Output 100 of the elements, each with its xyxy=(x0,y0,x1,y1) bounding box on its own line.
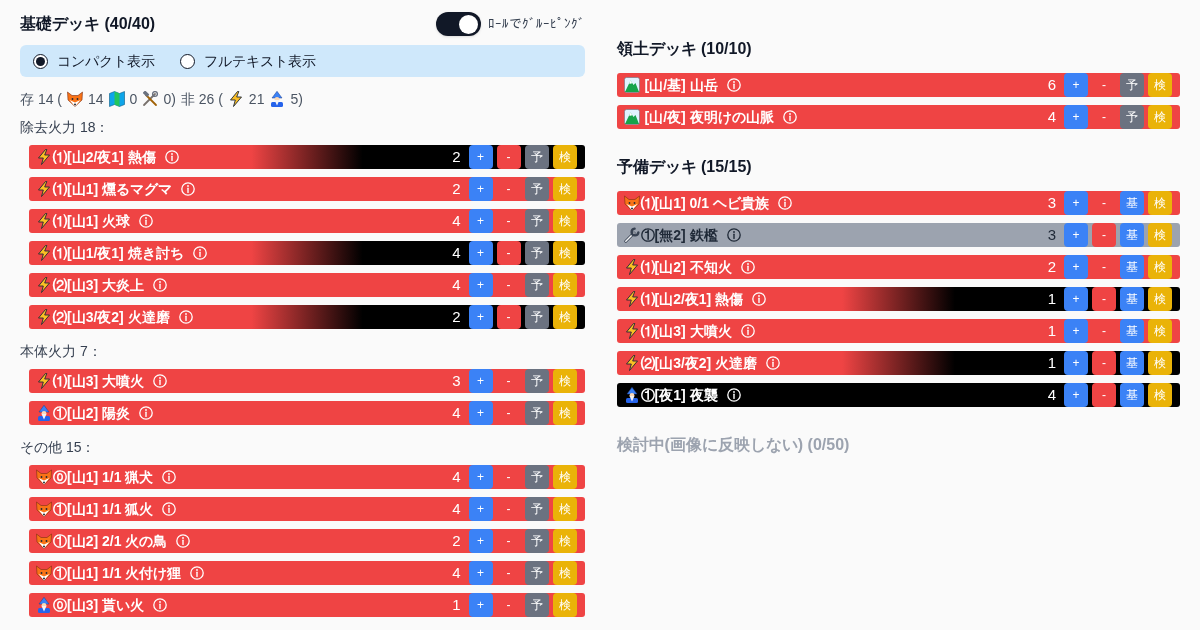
card-action-button[interactable]: + xyxy=(1064,319,1088,343)
card-action-button[interactable]: 予 xyxy=(524,465,549,489)
card-count: 2 xyxy=(452,307,461,327)
card-action-button[interactable]: 検 xyxy=(552,401,577,425)
card-action-button[interactable]: 検 xyxy=(552,593,577,617)
card-action-button[interactable]: + xyxy=(468,177,493,201)
card-action-button[interactable]: 検 xyxy=(552,209,577,233)
card-count: 2 xyxy=(452,179,461,199)
card-action-button[interactable]: 検 xyxy=(1148,351,1172,375)
card-count: 3 xyxy=(1047,225,1056,245)
card-action-button[interactable]: 予 xyxy=(524,529,549,553)
stats-count: 14 xyxy=(88,89,104,109)
card-action-button[interactable]: 予 xyxy=(524,273,549,297)
grouping-toggle[interactable] xyxy=(435,12,481,36)
card-action-button[interactable]: 予 xyxy=(524,241,549,265)
card-name: ⑴[山1] 火球 xyxy=(53,212,130,231)
stats-count: 5) xyxy=(290,89,303,109)
card-action-button[interactable]: 検 xyxy=(1148,287,1172,311)
card-action-button[interactable]: + xyxy=(1064,223,1088,247)
view-mode-radio[interactable]: コンパクト表示 xyxy=(33,50,155,72)
card-action-button[interactable]: 検 xyxy=(1148,383,1172,407)
card-action-button[interactable]: 基 xyxy=(1120,287,1144,311)
card-action-button[interactable]: + xyxy=(468,369,493,393)
card-action-button[interactable]: - xyxy=(496,305,521,329)
card-action-button[interactable]: - xyxy=(496,241,521,265)
card-action-button[interactable]: 予 xyxy=(524,305,549,329)
card-action-button[interactable]: + xyxy=(468,209,493,233)
card-action-button[interactable]: 検 xyxy=(1148,319,1172,343)
card-action-button[interactable]: + xyxy=(468,305,493,329)
deck-title: 基礎デッキ (40/40) xyxy=(20,14,156,34)
card-action-button[interactable]: + xyxy=(468,241,493,265)
wizard-icon xyxy=(36,597,52,613)
card-action-button[interactable]: + xyxy=(468,145,493,169)
card-action-button[interactable]: + xyxy=(1064,351,1088,375)
card-name: ①[夜1] 夜襲 xyxy=(640,386,718,405)
card-action-button[interactable]: + xyxy=(1064,255,1088,279)
card-action-button[interactable]: + xyxy=(468,273,493,297)
wizard-icon xyxy=(623,387,640,403)
card-action-button[interactable]: 検 xyxy=(1148,255,1172,279)
lightning-icon xyxy=(623,291,640,307)
view-mode-radio[interactable]: フルテキスト表示 xyxy=(180,50,316,72)
card-action-button[interactable]: 基 xyxy=(1120,319,1144,343)
card-action-button[interactable]: + xyxy=(468,561,493,585)
lightning-icon xyxy=(36,277,52,293)
card-name: ⑵[山3] 大炎上 xyxy=(53,276,144,295)
card-action-button[interactable]: 予 xyxy=(524,593,549,617)
stats-count: 21 xyxy=(248,89,265,109)
card-action-button[interactable]: - xyxy=(1092,351,1116,375)
card-action-button[interactable]: 予 xyxy=(524,561,549,585)
card-action-button[interactable]: + xyxy=(468,401,493,425)
card-action-button[interactable]: + xyxy=(468,497,493,521)
card-action-button[interactable]: 検 xyxy=(552,561,577,585)
card-action-button[interactable]: 基 xyxy=(1120,351,1144,375)
card-action-button[interactable]: + xyxy=(1064,73,1088,97)
card-action-button[interactable]: 検 xyxy=(552,497,577,521)
card-action-button[interactable]: 検 xyxy=(552,241,577,265)
card-action-button[interactable]: 予 xyxy=(524,209,549,233)
card-action-button[interactable]: 検 xyxy=(552,465,577,489)
card-action-button[interactable]: 検 xyxy=(552,273,577,297)
card-action-button[interactable]: + xyxy=(1064,383,1088,407)
card-action-button[interactable]: + xyxy=(1064,105,1088,129)
card-action-button[interactable]: 検 xyxy=(1148,191,1172,215)
card-action-button[interactable]: 予 xyxy=(1120,105,1144,129)
card-action-button[interactable]: - xyxy=(496,145,521,169)
card-action-button[interactable]: 予 xyxy=(524,145,549,169)
card-action-button[interactable]: 基 xyxy=(1120,255,1144,279)
card-action-button[interactable]: - xyxy=(1092,287,1116,311)
card-action-button[interactable]: 検 xyxy=(552,145,577,169)
card-action-button[interactable]: + xyxy=(468,593,493,617)
fox-icon xyxy=(36,469,52,485)
card-action-button[interactable]: 予 xyxy=(1120,73,1144,97)
card-name: ⑴[山3] 大噴火 xyxy=(640,322,732,341)
card-action-button[interactable]: 検 xyxy=(1148,73,1172,97)
card-count: 1 xyxy=(1047,353,1056,373)
card-action-button[interactable]: 基 xyxy=(1120,223,1144,247)
card-action-button[interactable]: 検 xyxy=(552,369,577,393)
card-count: 4 xyxy=(452,275,461,295)
card-action-button[interactable]: 基 xyxy=(1120,383,1144,407)
group-heading: 本体火力 7： xyxy=(20,342,102,361)
card-action-button[interactable]: 基 xyxy=(1120,191,1144,215)
section-title: 予備デッキ (15/15) xyxy=(616,157,752,177)
card-action-button[interactable]: 検 xyxy=(552,177,577,201)
card-action-button[interactable]: 予 xyxy=(524,401,549,425)
card-action-button[interactable]: - xyxy=(1092,223,1116,247)
card-action-button[interactable]: 予 xyxy=(524,369,549,393)
card-action-button[interactable]: 検 xyxy=(1148,105,1172,129)
card-count: 4 xyxy=(452,467,461,487)
card-action-button[interactable]: 予 xyxy=(524,177,549,201)
stats-count: 0 xyxy=(129,89,138,109)
card-action-button[interactable]: 検 xyxy=(552,529,577,553)
card-action-button[interactable]: - xyxy=(1092,383,1116,407)
card-action-button[interactable]: + xyxy=(1064,191,1088,215)
card-action-button[interactable]: + xyxy=(468,529,493,553)
card-action-button[interactable]: 予 xyxy=(524,497,549,521)
card-action-button[interactable]: + xyxy=(468,465,493,489)
card-action-button[interactable]: 検 xyxy=(1148,223,1172,247)
card-count: 3 xyxy=(452,371,461,391)
card-action-button[interactable]: + xyxy=(1064,287,1088,311)
card-action-button[interactable]: 検 xyxy=(552,305,577,329)
section-title: 検討中(画像に反映しない) (0/50) xyxy=(616,435,850,456)
